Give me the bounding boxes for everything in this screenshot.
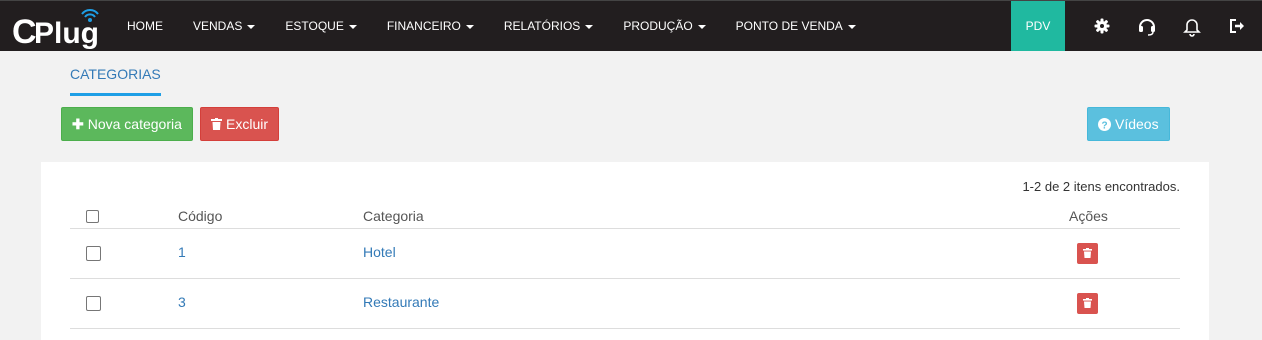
top-navbar: C Plug HOME VENDAS ESTOQUE FINANCEIRO RE… xyxy=(0,0,1262,52)
row-checkbox[interactable] xyxy=(86,246,101,261)
row-code-link[interactable]: 3 xyxy=(178,294,186,310)
delete-button[interactable]: Excluir xyxy=(200,107,280,141)
nav-producao-label: PRODUÇÃO xyxy=(623,19,693,33)
header-code[interactable]: Código xyxy=(178,208,222,224)
brand-logo[interactable]: C Plug xyxy=(12,5,104,49)
trash-icon xyxy=(1083,248,1092,258)
bell-icon[interactable] xyxy=(1181,15,1203,37)
nav-relatorios-label: RELATÓRIOS xyxy=(503,19,581,33)
gear-icon[interactable] xyxy=(1091,15,1113,37)
nav-home[interactable]: HOME xyxy=(112,1,178,52)
nav-relatorios[interactable]: RELATÓRIOS xyxy=(489,1,608,52)
caret-down-icon xyxy=(465,24,474,29)
row-checkbox[interactable] xyxy=(86,296,101,311)
nav-estoque[interactable]: ESTOQUE xyxy=(270,1,371,52)
videos-label: Vídeos xyxy=(1115,116,1159,132)
headset-icon[interactable] xyxy=(1136,15,1158,37)
row-code-link[interactable]: 1 xyxy=(178,244,186,260)
table-row: 3 Restaurante xyxy=(70,279,1180,329)
nav-financeiro-label: FINANCEIRO xyxy=(386,19,461,33)
plus-icon: ✚ xyxy=(72,116,84,132)
caret-down-icon xyxy=(585,24,594,29)
select-all-checkbox[interactable] xyxy=(86,210,99,223)
logout-icon[interactable] xyxy=(1226,15,1248,37)
nav-producao[interactable]: PRODUÇÃO xyxy=(608,1,720,52)
pdv-label: PDV xyxy=(1025,19,1051,33)
caret-down-icon xyxy=(697,24,706,29)
delete-label: Excluir xyxy=(226,116,269,132)
result-count: 1-2 de 2 itens encontrados. xyxy=(1022,179,1180,194)
action-toolbar: ✚ Nova categoria Excluir ? Vídeos xyxy=(41,100,1209,162)
content-panel: ✚ Nova categoria Excluir ? Vídeos 1-2 de 2… xyxy=(41,100,1209,340)
svg-text:C: C xyxy=(12,13,37,49)
trash-icon xyxy=(1083,298,1092,308)
svg-text:?: ? xyxy=(1101,121,1107,132)
trash-icon xyxy=(211,116,222,132)
page-subheader: CATEGORIAS xyxy=(0,51,1262,100)
categories-table: Código Categoria Ações 1 Hotel 3 Restaur… xyxy=(70,203,1180,329)
nav-estoque-label: ESTOQUE xyxy=(285,19,344,33)
pdv-button[interactable]: PDV xyxy=(1011,1,1065,52)
nav-home-label: HOME xyxy=(127,19,163,33)
row-delete-button[interactable] xyxy=(1077,243,1098,264)
nav-ponto-de-venda[interactable]: PONTO DE VENDA xyxy=(721,1,871,52)
nav-ponto-de-venda-label: PONTO DE VENDA xyxy=(735,19,843,33)
nav-financeiro[interactable]: FINANCEIRO xyxy=(372,1,489,52)
table-row: 1 Hotel xyxy=(70,229,1180,279)
row-delete-button[interactable] xyxy=(1077,293,1098,314)
new-category-button[interactable]: ✚ Nova categoria xyxy=(61,107,193,141)
header-actions: Ações xyxy=(1069,208,1108,224)
nav-vendas[interactable]: VENDAS xyxy=(178,1,270,52)
tab-categorias[interactable]: CATEGORIAS xyxy=(70,66,161,96)
question-circle-icon: ? xyxy=(1098,116,1111,132)
caret-down-icon xyxy=(847,24,856,29)
caret-down-icon xyxy=(247,24,256,29)
caret-down-icon xyxy=(348,24,357,29)
header-category[interactable]: Categoria xyxy=(363,208,424,224)
videos-button[interactable]: ? Vídeos xyxy=(1087,107,1170,141)
row-category-link[interactable]: Hotel xyxy=(363,244,396,260)
nav-vendas-label: VENDAS xyxy=(193,19,243,33)
table-header: Código Categoria Ações xyxy=(70,203,1180,229)
new-category-label: Nova categoria xyxy=(87,116,182,132)
main-nav: HOME VENDAS ESTOQUE FINANCEIRO RELATÓRIO… xyxy=(112,1,871,52)
row-category-link[interactable]: Restaurante xyxy=(363,294,439,310)
